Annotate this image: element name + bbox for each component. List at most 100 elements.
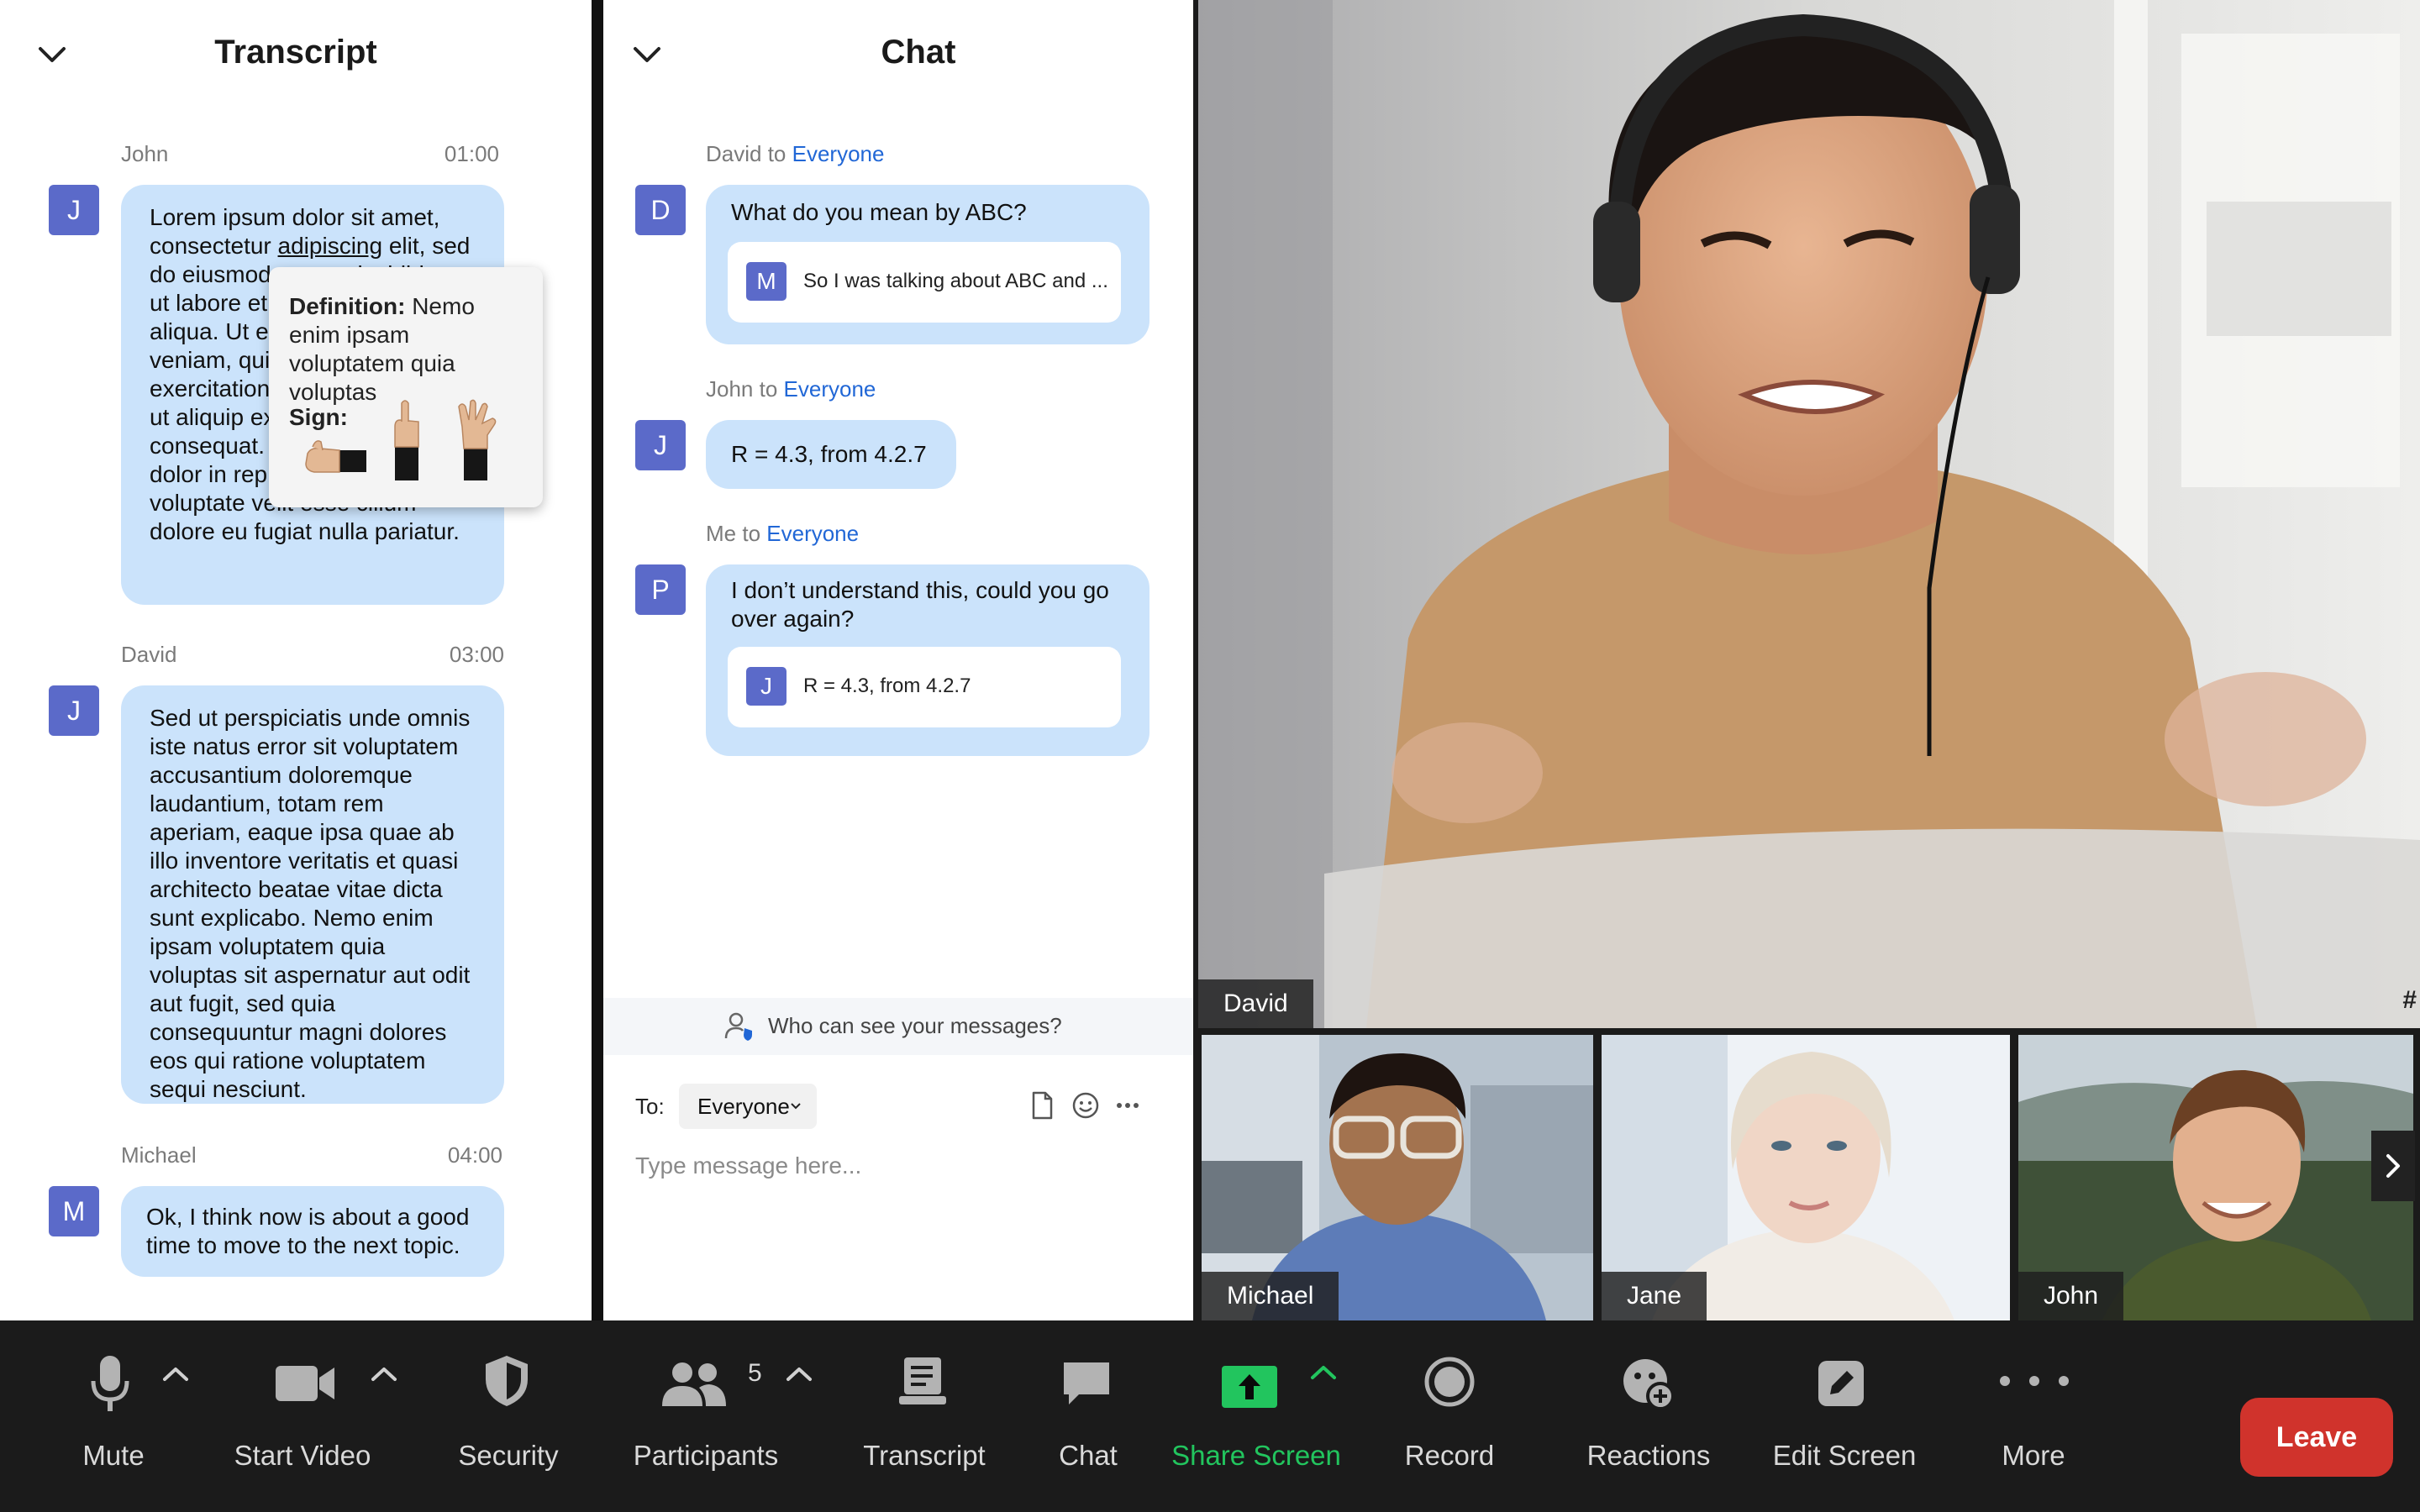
chat-bubble: What do you mean by ABC? M So I was talk… <box>706 185 1150 344</box>
shield-icon <box>486 1356 528 1406</box>
participant-thumbnail[interactable]: Michael <box>1202 1035 1593 1320</box>
avatar: J <box>49 185 99 235</box>
to-label: To: <box>635 1094 665 1119</box>
chat-message-text: I don’t understand this, could you go ov… <box>731 577 1109 632</box>
reactions-button[interactable]: Reactions <box>1563 1320 1731 1512</box>
start-video-button[interactable]: Start Video <box>210 1320 403 1512</box>
chat-bubble: I don’t understand this, could you go ov… <box>706 564 1150 756</box>
chat-to-word: to <box>736 521 767 546</box>
chat-button[interactable]: Chat <box>1025 1320 1151 1512</box>
video-camera-icon <box>276 1366 334 1401</box>
main-video-tile[interactable]: David # <box>1198 0 2420 1028</box>
more-label: More <box>2002 1440 2065 1471</box>
transcript-title: Transcript <box>214 34 377 71</box>
share-screen-icon <box>1222 1366 1277 1408</box>
transcript-bubble: Ok, I think now is about a good time to … <box>121 1186 504 1277</box>
user-privacy-icon <box>724 1012 752 1041</box>
reactions-icon <box>1623 1359 1675 1410</box>
participants-button[interactable]: Participants <box>613 1320 798 1512</box>
more-options-icon[interactable] <box>1113 1090 1143 1121</box>
highlighted-term[interactable]: adipiscing <box>278 233 383 259</box>
chevron-right-icon <box>2386 1154 2400 1178</box>
avatar: P <box>635 564 686 615</box>
visibility-text: Who can see your messages? <box>768 1013 1062 1038</box>
transcript-button[interactable]: Transcript <box>840 1320 1008 1512</box>
quoted-text: So I was talking about ABC and ... <box>803 270 1108 292</box>
chat-to-word: to <box>761 141 792 166</box>
edit-screen-button[interactable]: Edit Screen <box>1756 1320 1933 1512</box>
chat-message-meta: David to Everyone <box>706 141 884 167</box>
transcript-time: 01:00 <box>444 141 499 166</box>
file-icon[interactable] <box>1027 1090 1057 1121</box>
microphone-icon <box>91 1356 129 1411</box>
next-participants-button[interactable] <box>2371 1131 2415 1201</box>
chat-sender: Me <box>706 521 737 546</box>
mute-button[interactable]: Mute <box>0 1320 218 1512</box>
avatar: M <box>49 1186 99 1236</box>
security-button[interactable]: Security <box>420 1320 597 1512</box>
chevron-up-icon[interactable] <box>370 1364 398 1384</box>
chevron-up-icon[interactable] <box>161 1364 190 1384</box>
participants-label: Participants <box>633 1440 779 1471</box>
chat-bubble-icon <box>1064 1362 1109 1404</box>
participant-video <box>1198 0 2420 1028</box>
transcript-icon <box>899 1357 946 1404</box>
share-screen-button[interactable]: Share Screen <box>1160 1320 1353 1512</box>
transcript-bubble: Sed ut perspiciatis unde omnis iste natu… <box>121 685 504 1104</box>
participants-icon <box>662 1362 726 1406</box>
chat-sender: David <box>706 141 762 166</box>
record-button[interactable]: Record <box>1378 1320 1521 1512</box>
message-input[interactable] <box>635 1147 1156 1184</box>
more-dots-icon <box>2000 1376 2069 1386</box>
hand-sign-icon <box>305 440 366 473</box>
transcript-header: Transcript <box>0 0 592 113</box>
chat-recipient[interactable]: Everyone <box>766 521 859 546</box>
chat-message-meta: John to Everyone <box>706 376 876 402</box>
chat-message-text: R = 4.3, from 4.2.7 <box>731 441 927 467</box>
recipient-select[interactable]: Everyone <box>679 1084 817 1129</box>
transcript-text: Ok, I think now is about a good time to … <box>146 1204 470 1258</box>
chat-to-word: to <box>753 376 784 402</box>
chevron-up-icon[interactable] <box>785 1364 813 1384</box>
definition-line: Definition: Nemo enim ipsam voluptatem q… <box>289 292 524 407</box>
participant-name-tag: Michael <box>1202 1272 1339 1320</box>
participant-thumbnail[interactable]: Jane <box>1602 1035 2010 1320</box>
transcript-time: 04:00 <box>447 1142 502 1168</box>
corner-mark: # <box>2402 986 2417 1014</box>
leave-button[interactable]: Leave <box>2240 1398 2393 1477</box>
transcript-text: Sed ut perspiciatis unde omnis iste natu… <box>150 705 471 1102</box>
chevron-up-icon[interactable] <box>1309 1362 1338 1383</box>
participant-name-tag: John <box>2018 1272 2124 1320</box>
quoted-message[interactable]: M So I was talking about ABC and ... <box>728 242 1121 323</box>
hand-sign-icon <box>458 399 497 480</box>
chat-bubble: R = 4.3, from 4.2.7 <box>706 420 956 489</box>
message-visibility-bar[interactable]: Who can see your messages? <box>603 998 1193 1055</box>
transcript-speaker: David <box>121 642 177 667</box>
recipient-value: Everyone <box>697 1094 790 1119</box>
hand-sign-icon <box>394 400 419 480</box>
avatar: J <box>746 667 786 706</box>
participant-thumbnail[interactable]: John <box>2018 1035 2413 1320</box>
avatar: J <box>635 420 686 470</box>
chat-message-text: What do you mean by ABC? <box>731 199 1027 225</box>
chat-recipient[interactable]: Everyone <box>784 376 876 402</box>
transcript-speaker: Michael <box>121 1142 197 1168</box>
chevron-down-icon <box>791 1103 801 1110</box>
record-icon <box>1424 1357 1475 1407</box>
quoted-message[interactable]: J R = 4.3, from 4.2.7 <box>728 647 1121 727</box>
transcript-time: 03:00 <box>449 642 504 667</box>
emoji-icon[interactable] <box>1071 1090 1101 1121</box>
participant-name-tag: Jane <box>1602 1272 1707 1320</box>
more-button[interactable]: More <box>1958 1320 2126 1512</box>
sign-label: Sign: <box>289 404 348 430</box>
transcript-panel: Transcript John 01:00 J Lorem ipsum dolo… <box>0 0 592 1320</box>
chat-recipient[interactable]: Everyone <box>792 141 885 166</box>
definition-popup: Definition: Nemo enim ipsam voluptatem q… <box>269 267 543 507</box>
edit-icon <box>1818 1361 1864 1406</box>
chat-title: Chat <box>881 34 956 71</box>
chat-message-meta: Me to Everyone <box>706 521 859 547</box>
avatar: J <box>49 685 99 736</box>
meeting-toolbar: Mute Start Video Security Participants 5… <box>0 1320 2420 1512</box>
avatar: D <box>635 185 686 235</box>
recipient-row: To: Everyone <box>603 1080 1193 1131</box>
